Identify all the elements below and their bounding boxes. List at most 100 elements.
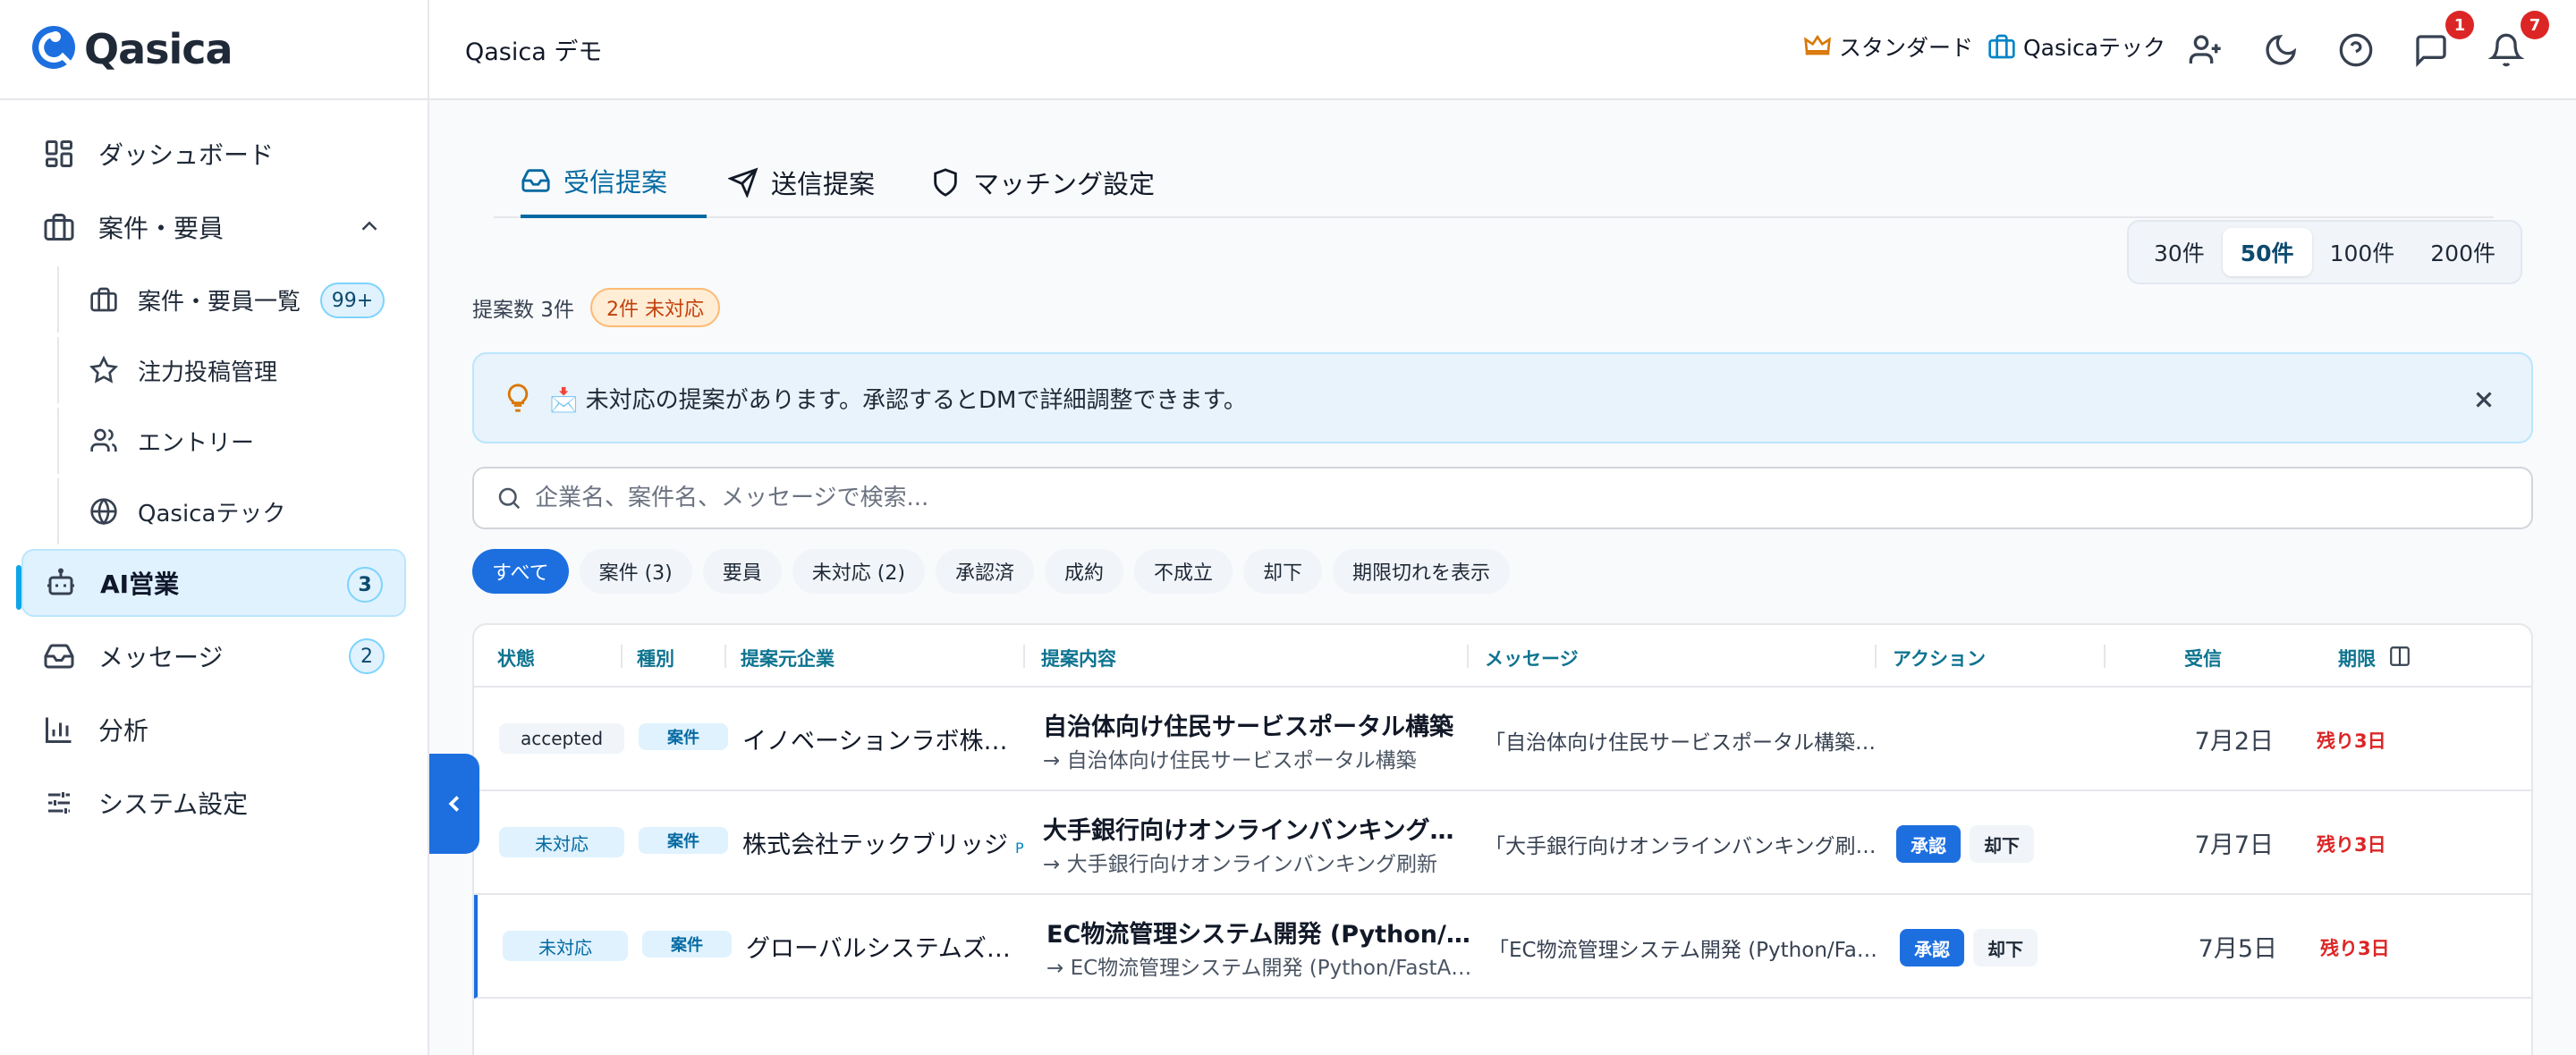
chevron-left-icon (441, 790, 468, 817)
column-company[interactable]: 提案元企業 (741, 645, 835, 671)
dark-mode-icon[interactable] (2263, 32, 2299, 68)
sidebar-item-messages[interactable]: メッセージ 2 (21, 622, 406, 690)
sidebar: Qasica ダッシュボード 案件・要員 案件・要員一覧 99+ 注力投稿管理 … (0, 0, 429, 1055)
info-notice: 📩 未対応の提案があります。承認するとDMで詳細調整できます。 (472, 352, 2533, 443)
briefcase-icon (89, 285, 118, 314)
page-size-30[interactable]: 30件 (2136, 228, 2223, 276)
column-proposal[interactable]: 提案内容 (1041, 645, 1116, 671)
chevron-up-icon[interactable] (356, 213, 383, 240)
sidebar-item-entry[interactable]: エントリー (57, 408, 406, 474)
company-name[interactable]: グローバルシステムズ株式会社 (746, 929, 1032, 964)
column-deadline[interactable]: 期限 (2338, 645, 2376, 671)
deadline-label: 残り3日 (2320, 938, 2390, 959)
sidebar-item-system-settings[interactable]: システム設定 (21, 769, 406, 837)
proposal-subtitle: → EC物流管理システム開発 (Python/FastAPI) (1046, 957, 1474, 980)
approve-button[interactable]: 承認 (1900, 929, 1964, 966)
filter-personnel[interactable]: 要員 (702, 549, 782, 594)
reject-button[interactable]: 却下 (1973, 929, 2038, 966)
star-icon (89, 356, 118, 384)
filter-pending[interactable]: 未対応 (2) (792, 549, 925, 594)
lightbulb-icon (503, 383, 533, 413)
sidebar-item-qasica-tech[interactable]: Qasicaテック (57, 478, 406, 544)
tab-matching-settings[interactable]: マッチング設定 (930, 147, 1155, 218)
close-icon[interactable] (2470, 386, 2497, 413)
sidebar-item-projects[interactable]: 案件・要員 (21, 193, 406, 261)
kind-badge: 案件 (639, 827, 728, 854)
company-label: Qasicaテック (2023, 35, 2166, 61)
briefcase-icon (1987, 32, 2016, 61)
sidebar-item-dashboard[interactable]: ダッシュボード (21, 120, 406, 188)
help-icon[interactable] (2338, 32, 2374, 68)
column-status[interactable]: 状態 (497, 645, 535, 671)
filter-show-expired[interactable]: 期限切れを表示 (1333, 549, 1511, 594)
filter-projects[interactable]: 案件 (3) (579, 549, 692, 594)
company-name[interactable]: イノベーションラボ株式会社 (742, 722, 1029, 756)
table-header: 状態 種別 提案元企業 提案内容 メッセージ アクション 受信 期限 (474, 625, 2531, 688)
page-size-200[interactable]: 200件 (2412, 228, 2513, 276)
kind-badge: 案件 (639, 723, 728, 750)
column-divider (1875, 645, 1877, 668)
tab-bar: 受信提案 送信提案 マッチング設定 (494, 147, 2494, 218)
premium-mark: P (1015, 840, 1024, 857)
column-message[interactable]: メッセージ (1485, 645, 1579, 671)
sidebar-item-label: 案件・要員一覧 (138, 288, 301, 316)
filter-closed-won[interactable]: 成約 (1044, 549, 1123, 594)
sidebar-item-project-list[interactable]: 案件・要員一覧 99+ (57, 266, 406, 333)
sidebar-item-label: エントリー (138, 429, 255, 457)
proposal-title[interactable]: EC物流管理システム開発 (Python/FastAPI) (1046, 915, 1474, 950)
table-row[interactable]: 未対応 案件 グローバルシステムズ株式会社 EC物流管理システム開発 (Pyth… (474, 895, 2531, 999)
column-action[interactable]: アクション (1893, 645, 1986, 671)
column-received[interactable]: 受信 (2184, 645, 2222, 671)
reject-button[interactable]: 却下 (1970, 825, 2034, 863)
approve-button[interactable]: 承認 (1896, 825, 1961, 863)
sidebar-item-featured-posts[interactable]: 注力投稿管理 (57, 337, 406, 403)
plan-button[interactable]: スタンダード (1803, 30, 1973, 63)
bot-icon (45, 567, 77, 599)
tab-received-proposals[interactable]: 受信提案 (521, 147, 707, 218)
sidebar-collapse-button[interactable] (429, 754, 479, 854)
sidebar-item-label: Qasicaテック (138, 500, 286, 528)
page-size-50[interactable]: 50件 (2222, 228, 2312, 276)
sidebar-item-label: 案件・要員 (98, 214, 225, 243)
received-date: 7月5日 (2198, 935, 2277, 963)
sidebar-item-ai-sales[interactable]: AI営業 3 (21, 549, 406, 617)
send-icon (728, 167, 758, 198)
count-badge: 99+ (320, 283, 385, 318)
bar-chart-icon (43, 713, 75, 746)
message-icon[interactable]: 1 (2413, 11, 2474, 68)
bell-icon[interactable]: 7 (2488, 11, 2549, 68)
globe-icon (89, 497, 118, 526)
inbox-icon (43, 640, 75, 672)
search-icon (496, 485, 522, 511)
kind-badge: 案件 (642, 931, 732, 958)
proposal-summary: 提案数 3件 2件 未対応 (472, 288, 720, 327)
column-kind[interactable]: 種別 (637, 645, 674, 671)
tab-label: マッチング設定 (973, 169, 1156, 199)
page-size-selector: 30件 50件 100件 200件 (2126, 220, 2522, 284)
page-size-100[interactable]: 100件 (2312, 228, 2413, 276)
table-row[interactable]: accepted 案件 イノベーションラボ株式会社 自治体向け住民サービスポータ… (474, 688, 2531, 791)
company-cell[interactable]: 株式会社テックブリッジ P (742, 825, 1029, 860)
received-date: 7月7日 (2194, 831, 2274, 859)
tab-label: 受信提案 (564, 167, 668, 198)
filter-approved[interactable]: 承認済 (935, 549, 1034, 594)
sidebar-item-label: AI営業 (100, 570, 180, 599)
search-input[interactable] (535, 485, 2458, 511)
proposal-title[interactable]: 自治体向け住民サービスポータル構築 (1043, 707, 1470, 742)
proposals-table: 状態 種別 提案元企業 提案内容 メッセージ アクション 受信 期限 accep… (472, 623, 2533, 1055)
app-logo[interactable]: Qasica (0, 0, 428, 100)
columns-toggle-icon[interactable] (2388, 645, 2411, 668)
sidebar-item-analytics[interactable]: 分析 (21, 696, 406, 764)
company-button[interactable]: Qasicaテック (1987, 30, 2165, 63)
logo-mark (29, 22, 82, 76)
proposal-title[interactable]: 大手銀行向けオンラインバンキング刷新 (1043, 811, 1470, 846)
add-user-icon[interactable] (2188, 32, 2224, 68)
filter-all[interactable]: すべて (472, 549, 569, 594)
filter-closed-lost[interactable]: 不成立 (1133, 549, 1233, 594)
table-row[interactable]: 未対応 案件 株式会社テックブリッジ P 大手銀行向けオンラインバンキング刷新 →… (474, 791, 2531, 895)
tab-label: 送信提案 (771, 169, 876, 199)
status-badge: 未対応 (503, 931, 628, 961)
sidebar-item-label: システム設定 (98, 789, 249, 819)
tab-sent-proposals[interactable]: 送信提案 (728, 147, 875, 218)
filter-rejected[interactable]: 却下 (1243, 549, 1323, 594)
